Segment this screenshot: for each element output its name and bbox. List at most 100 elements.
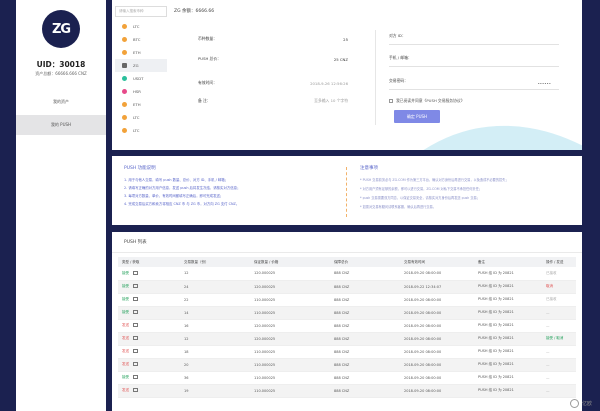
watermark-logo-icon bbox=[569, 399, 579, 408]
cell-op[interactable]: — bbox=[542, 319, 576, 333]
target-phone-email-field[interactable]: 手机 / 邮箱： bbox=[389, 55, 559, 67]
agreement-checkbox-row[interactable]: 我已阅读并同意《PUSH 交易服务协议》 bbox=[389, 98, 465, 104]
cell-time: 2018-09-20 08:00:00 bbox=[400, 358, 474, 372]
target-uid-field[interactable]: 对方 ID： bbox=[389, 33, 559, 45]
table-row: 发送 20 110.000025 888 CNZ 2018-09-20 08:00:00… bbox=[118, 358, 576, 372]
push-intro-line: 1. 用于与他人交易，填写 push 数量、总价、对方 ID、手机 / 邮箱； bbox=[124, 178, 229, 182]
coin-icon bbox=[122, 128, 127, 133]
push-price-field[interactable]: PUSH 总价： 25 CNZ bbox=[198, 53, 348, 65]
cell-total: 888 CNZ bbox=[330, 319, 400, 333]
cell-type: 发送 bbox=[118, 319, 180, 333]
mail-icon[interactable] bbox=[133, 297, 138, 301]
table-row: 接受 22 110.000025 888 CNZ 2018-09-20 08:00:00… bbox=[118, 293, 576, 307]
cell-note: PUSH 给 ID 为 20821 bbox=[474, 371, 542, 385]
push-intro-line: 3. 每项对方数量、单价、有效时间都填写正确后，即可完成发送； bbox=[124, 194, 224, 198]
cell-op[interactable]: 取消 bbox=[542, 280, 576, 294]
mail-icon[interactable] bbox=[133, 271, 138, 275]
cell-op[interactable]: 接受 / 取消 bbox=[542, 332, 576, 346]
coin-list: LTC BTC ETH ZG USDT HSR ETH LTC LTC bbox=[115, 20, 167, 137]
cell-type: 发送 bbox=[118, 358, 180, 372]
push-intro-line: 4. 完成交易后买方和卖方将相应 CNZ 币 与 ZG 币，对方向 ZG 支付 … bbox=[124, 202, 240, 206]
mail-icon[interactable] bbox=[133, 349, 138, 353]
coin-icon bbox=[122, 63, 127, 68]
cell-qty: 12 bbox=[180, 332, 250, 346]
cell-note: PUSH 给 ID 为 20821 bbox=[474, 319, 542, 333]
cell-qty: 36 bbox=[180, 371, 250, 385]
header-qty[interactable]: 交易数量（份） bbox=[180, 257, 250, 267]
table-divider bbox=[112, 252, 582, 253]
sidebar-item-my-assets[interactable]: 我的资产 bbox=[16, 92, 106, 112]
cell-op[interactable]: — bbox=[542, 384, 576, 398]
cell-time: 2018-09-20 08:00:00 bbox=[400, 293, 474, 307]
coin-icon bbox=[122, 24, 127, 29]
cell-qty: 12 bbox=[180, 267, 250, 281]
cell-op[interactable]: — bbox=[542, 358, 576, 372]
table-row: 发送 16 120.000025 888 CNZ 2018-09-20 08:00:00… bbox=[118, 319, 576, 333]
cell-note: PUSH 给 ID 为 20821 bbox=[474, 306, 542, 320]
amount-field[interactable]: 币种数量： 25 bbox=[198, 33, 348, 45]
cell-qty: 18 bbox=[180, 345, 250, 359]
header-price[interactable]: 保证数量 / 价格 bbox=[250, 257, 330, 267]
coin-icon bbox=[122, 89, 127, 94]
cell-price: 120.000025 bbox=[250, 280, 330, 294]
cell-type: 接受 bbox=[118, 280, 180, 294]
cell-time: 2018-09-20 08:00:00 bbox=[400, 332, 474, 346]
cell-op[interactable]: 已接收 bbox=[542, 293, 576, 307]
coin-icon bbox=[122, 115, 127, 120]
cell-total: 888 CNZ bbox=[330, 384, 400, 398]
coin-item-ltc-2[interactable]: LTC bbox=[115, 111, 167, 124]
cell-price: 110.000025 bbox=[250, 293, 330, 307]
mail-icon[interactable] bbox=[133, 323, 138, 327]
cell-op[interactable]: 已接收 bbox=[542, 267, 576, 281]
mail-icon[interactable] bbox=[133, 375, 138, 379]
mail-icon[interactable] bbox=[133, 284, 138, 288]
notice-title: 注意事项 bbox=[360, 166, 378, 171]
confirm-push-button[interactable]: 确定 PUSH bbox=[394, 110, 440, 123]
agreement-checkbox[interactable] bbox=[389, 99, 393, 103]
table-row: 接受 12 120.000025 888 CNZ 2018-09-20 08:00:00… bbox=[118, 267, 576, 281]
cell-time: 2018-09-20 08:00:00 bbox=[400, 306, 474, 320]
coin-search-input[interactable]: 请输入搜索币种 bbox=[115, 6, 167, 17]
header-total[interactable]: 保障总价 bbox=[330, 257, 400, 267]
header-note[interactable]: 备注 bbox=[474, 257, 542, 267]
push-list-title: PUSH 列表 bbox=[124, 240, 147, 245]
coin-item-hsr[interactable]: HSR bbox=[115, 85, 167, 98]
coin-item-eth-2[interactable]: ETH bbox=[115, 98, 167, 111]
header-op[interactable]: 操作 / 发送 bbox=[542, 257, 576, 267]
coin-icon bbox=[122, 102, 127, 107]
coin-item-zg[interactable]: ZG bbox=[115, 59, 167, 72]
cell-type: 发送 bbox=[118, 345, 180, 359]
header-time[interactable]: 交易有效时间 bbox=[400, 257, 474, 267]
cell-note: PUSH 给 ID 为 20821 bbox=[474, 332, 542, 346]
mail-icon[interactable] bbox=[133, 388, 138, 392]
cell-price: 110.000025 bbox=[250, 384, 330, 398]
coin-item-ltc-3[interactable]: LTC bbox=[115, 124, 167, 137]
table-header-row: 类型 / 获取 交易数量（份） 保证数量 / 价格 保障总价 交易有效时间 备注… bbox=[118, 257, 576, 267]
coin-item-eth[interactable]: ETH bbox=[115, 46, 167, 59]
trade-password-field[interactable]: 交易密码： •••••• bbox=[389, 78, 559, 90]
coin-item-ltc[interactable]: LTC bbox=[115, 20, 167, 33]
note-field[interactable]: 备 注： 至多输入 10 个字符 bbox=[198, 95, 348, 107]
mail-icon[interactable] bbox=[133, 362, 138, 366]
cell-price: 110.000025 bbox=[250, 345, 330, 359]
header-type[interactable]: 类型 / 获取 bbox=[118, 257, 180, 267]
cell-total: 888 CNZ bbox=[330, 332, 400, 346]
coin-item-usdt[interactable]: USDT bbox=[115, 72, 167, 85]
cell-total: 888 CNZ bbox=[330, 293, 400, 307]
cell-op[interactable]: — bbox=[542, 306, 576, 320]
push-table: 类型 / 获取 交易数量（份） 保证数量 / 价格 保障总价 交易有效时间 备注… bbox=[118, 257, 576, 398]
user-uid: UID：30018 bbox=[36, 60, 86, 69]
coin-item-btc[interactable]: BTC bbox=[115, 33, 167, 46]
cell-op[interactable]: — bbox=[542, 345, 576, 359]
cell-type: 接受 bbox=[118, 293, 180, 307]
sidebar-item-my-push[interactable]: 我的 PUSH bbox=[16, 115, 106, 135]
valid-time-field[interactable]: 有效时间： 2018-9-26 12:56:26 bbox=[198, 77, 348, 89]
mail-icon[interactable] bbox=[133, 336, 138, 340]
push-list-panel: PUSH 列表 类型 / 获取 交易数量（份） 保证数量 / 价格 保障总价 交… bbox=[112, 232, 582, 411]
cell-time: 2018-09-20 08:00:00 bbox=[400, 345, 474, 359]
mail-icon[interactable] bbox=[133, 310, 138, 314]
cell-op[interactable]: — bbox=[542, 371, 576, 385]
notice: 注意事项 * PUSH 交易前务必与 ZG.COM 作为第三方平台，确认对方身份… bbox=[360, 165, 570, 212]
zg-balance: ZG 余额：6666.66 bbox=[174, 9, 215, 14]
cell-price: 110.000025 bbox=[250, 306, 330, 320]
